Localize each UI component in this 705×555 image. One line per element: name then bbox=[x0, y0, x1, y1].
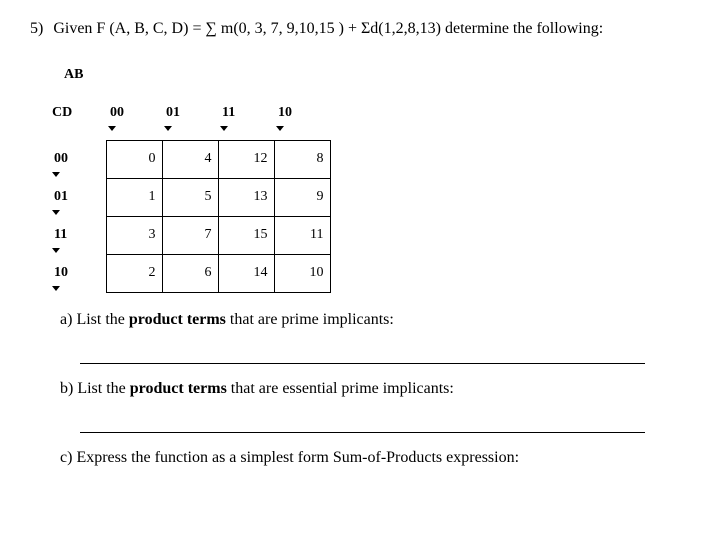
col-header-0: 00 bbox=[106, 94, 162, 132]
cell-3-0: 2 bbox=[106, 254, 162, 292]
question-number: 5) bbox=[30, 20, 43, 38]
cell-1-2: 13 bbox=[218, 178, 274, 216]
part-b-label: b) bbox=[60, 380, 73, 397]
part-c: c) Express the function as a simplest fo… bbox=[60, 449, 675, 467]
part-a-bold: product terms bbox=[129, 311, 226, 328]
cell-2-0: 3 bbox=[106, 216, 162, 254]
row-header-1: 01 bbox=[50, 178, 106, 216]
cell-1-3: 9 bbox=[274, 178, 330, 216]
cell-0-3: 8 bbox=[274, 140, 330, 178]
part-a-label: a) bbox=[60, 311, 72, 328]
col-header-2: 11 bbox=[218, 94, 274, 132]
cell-0-2: 12 bbox=[218, 140, 274, 178]
cd-label: CD bbox=[50, 94, 106, 132]
kmap-container: AB CD 00 01 11 10 00 0 4 12 8 01 1 5 13 … bbox=[50, 56, 675, 293]
cell-1-1: 5 bbox=[162, 178, 218, 216]
part-a-pre: List the bbox=[76, 311, 128, 328]
row-header-3: 10 bbox=[50, 254, 106, 292]
question-text: Given F (A, B, C, D) = ∑ m(0, 3, 7, 9,10… bbox=[53, 20, 603, 38]
part-b-post: that are essential prime implicants: bbox=[227, 380, 454, 397]
part-a-post: that are prime implicants: bbox=[226, 311, 394, 328]
cell-0-1: 4 bbox=[162, 140, 218, 178]
part-b-pre: List the bbox=[77, 380, 129, 397]
cell-3-1: 6 bbox=[162, 254, 218, 292]
cell-2-2: 15 bbox=[218, 216, 274, 254]
part-a: a) List the product terms that are prime… bbox=[60, 311, 675, 329]
col-header-3: 10 bbox=[274, 94, 330, 132]
question-line: 5) Given F (A, B, C, D) = ∑ m(0, 3, 7, 9… bbox=[30, 20, 675, 38]
cell-2-1: 7 bbox=[162, 216, 218, 254]
cell-0-0: 0 bbox=[106, 140, 162, 178]
cell-1-0: 1 bbox=[106, 178, 162, 216]
row-header-2: 11 bbox=[50, 216, 106, 254]
cell-3-2: 14 bbox=[218, 254, 274, 292]
part-b: b) List the product terms that are essen… bbox=[60, 380, 675, 398]
part-c-text: Express the function as a simplest form … bbox=[76, 449, 519, 466]
answer-line-a bbox=[80, 337, 645, 364]
ab-label: AB bbox=[50, 56, 330, 94]
row-header-0: 00 bbox=[50, 140, 106, 178]
cell-3-3: 10 bbox=[274, 254, 330, 292]
kmap-table: AB CD 00 01 11 10 00 0 4 12 8 01 1 5 13 … bbox=[50, 56, 331, 293]
col-header-1: 01 bbox=[162, 94, 218, 132]
cell-2-3: 11 bbox=[274, 216, 330, 254]
answer-line-b bbox=[80, 406, 645, 433]
part-c-label: c) bbox=[60, 449, 72, 466]
part-b-bold: product terms bbox=[130, 380, 227, 397]
